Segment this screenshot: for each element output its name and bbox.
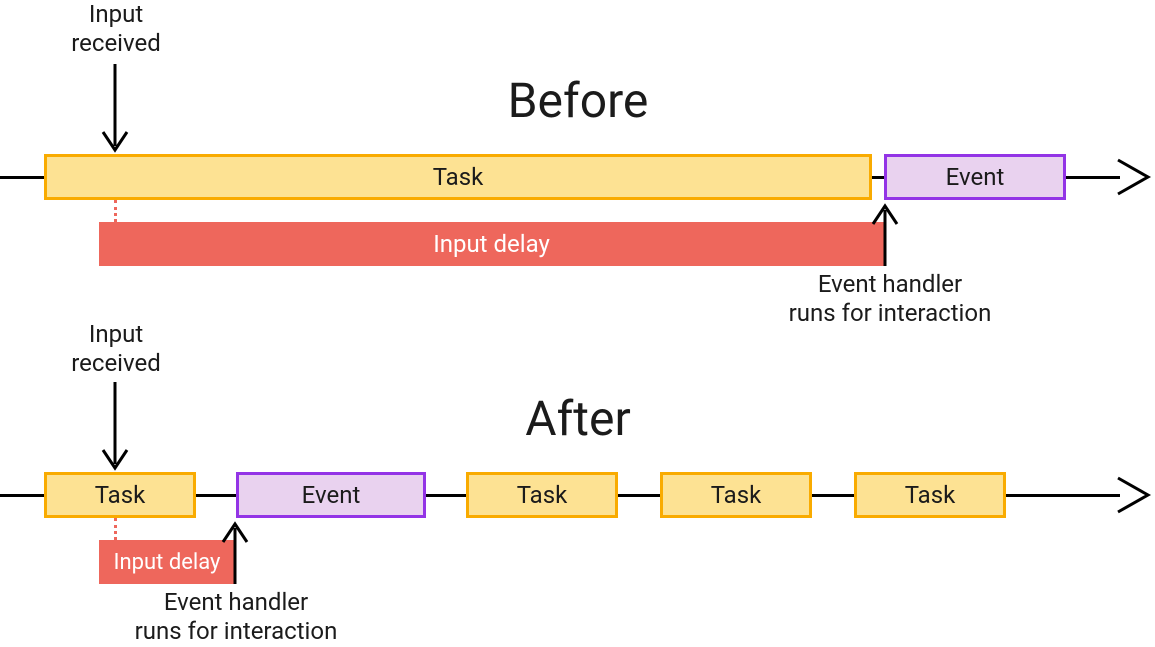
before-input-delay: Input delay: [99, 222, 884, 266]
before-handler-label: Event handler runs for interaction: [770, 270, 1010, 328]
before-task: Task: [44, 154, 872, 200]
after-task-3: Task: [660, 472, 812, 518]
diagram-canvas: Before Task Event Input received Input d…: [0, 0, 1155, 647]
after-input-received-arrow: [100, 382, 130, 472]
before-event: Event: [884, 154, 1066, 200]
after-input-delay: Input delay: [99, 540, 235, 584]
after-input-received-label: Input received: [56, 320, 176, 378]
after-task-1: Task: [44, 472, 196, 518]
after-task-2: Task: [466, 472, 618, 518]
after-handler-arrow: [220, 522, 250, 584]
title-after: After: [428, 390, 728, 447]
after-event: Event: [236, 472, 426, 518]
title-before: Before: [428, 72, 728, 129]
after-dotted: [114, 518, 117, 540]
before-dotted: [114, 200, 117, 222]
before-input-received-arrow: [100, 64, 130, 154]
after-handler-label: Event handler runs for interaction: [116, 588, 356, 646]
after-task-4: Task: [854, 472, 1006, 518]
timeline-arrow-after: [1118, 478, 1154, 512]
before-handler-arrow: [870, 204, 900, 266]
before-input-received-label: Input received: [56, 0, 176, 58]
timeline-arrow-before: [1118, 160, 1154, 194]
